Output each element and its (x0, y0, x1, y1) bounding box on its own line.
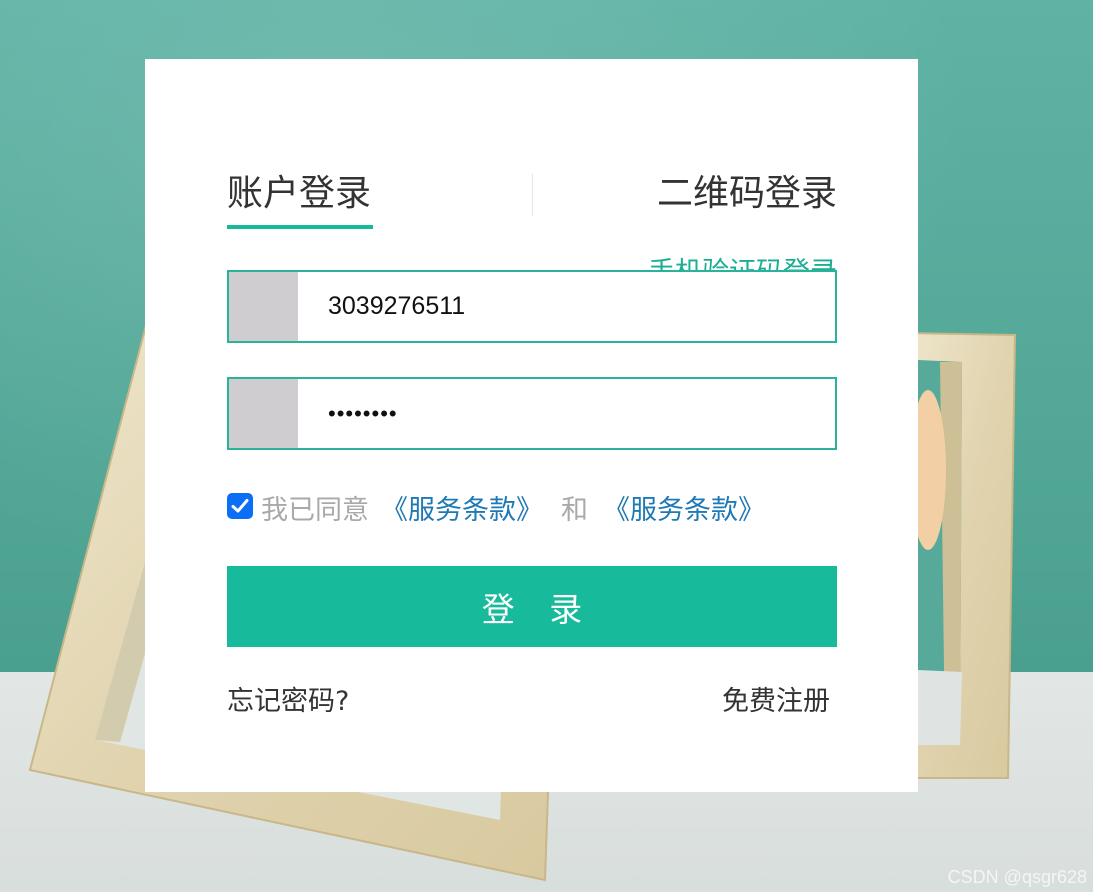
lock-icon (229, 379, 298, 448)
terms-link-2[interactable]: 《服务条款》 (603, 492, 765, 530)
tab-divider (532, 174, 533, 216)
active-tab-indicator (227, 225, 373, 229)
agreement-row: 我已同意 《服务条款》 和 《服务条款》 (227, 492, 787, 530)
agree-and-text: 和 (561, 495, 588, 526)
page-background: 账户登录 二维码登录 手机验证码登录 我已同意 《服务条款》 和 《服务条款》 … (0, 0, 1093, 892)
forgot-password-link[interactable]: 忘记密码? (227, 684, 349, 720)
tab-account-login[interactable]: 账户登录 (227, 171, 371, 217)
login-button[interactable]: 登 录 (227, 566, 837, 647)
agree-checkbox[interactable] (227, 493, 253, 519)
tab-qr-login[interactable]: 二维码登录 (657, 171, 837, 217)
username-input[interactable] (328, 272, 818, 341)
register-link[interactable]: 免费注册 (722, 684, 830, 720)
password-field[interactable] (227, 377, 837, 450)
agree-prefix-text: 我已同意 (261, 495, 369, 526)
checkmark-icon (231, 499, 249, 513)
user-icon (229, 272, 298, 341)
terms-link-1[interactable]: 《服务条款》 (381, 492, 543, 530)
username-field[interactable] (227, 270, 837, 343)
watermark: CSDN @qsgr628 (947, 867, 1087, 887)
password-input[interactable] (328, 379, 818, 448)
right-frame (904, 331, 1017, 779)
